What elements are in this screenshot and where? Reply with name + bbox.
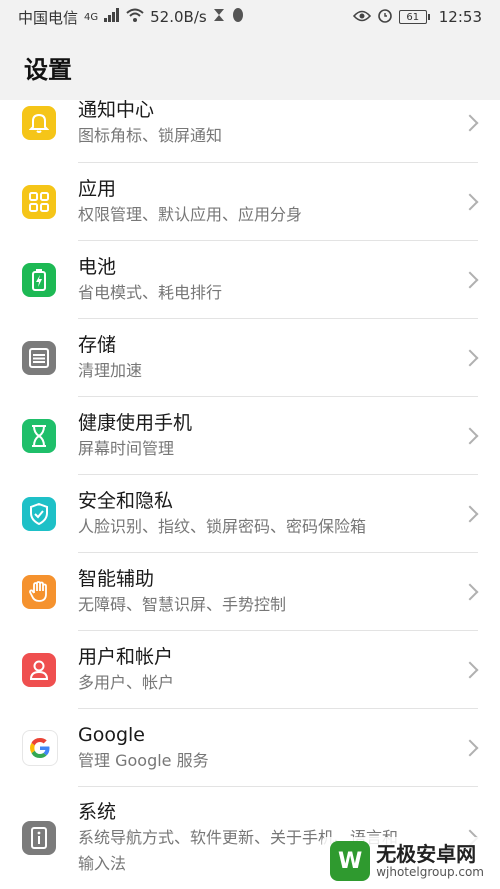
chevron-right-icon: [461, 193, 479, 211]
clock-label: 12:53: [438, 8, 482, 26]
battery-icon: 61: [398, 10, 430, 24]
item-title: 智能辅助: [78, 568, 155, 590]
bell-icon: [22, 106, 56, 140]
user-icon: [22, 653, 56, 687]
settings-item-smart-assistance[interactable]: 智能辅助 无障碍、智慧识屏、手势控制: [0, 553, 500, 631]
item-subtitle: 省电模式、耗电排行: [78, 283, 223, 302]
settings-item-notification-center[interactable]: 通知中心 图标角标、锁屏通知: [0, 100, 500, 162]
chevron-right-icon: [461, 427, 479, 445]
apps-grid-icon: [22, 185, 56, 219]
wifi-icon: [126, 8, 144, 26]
settings-list: 通知中心 图标角标、锁屏通知 应用 权限管理、默认应用、应用分身 电池 省电模式…: [0, 100, 500, 889]
qq-penguin-icon: [231, 7, 245, 27]
watermark-logo-icon: W: [330, 841, 371, 881]
chevron-right-icon: [461, 271, 479, 289]
storage-icon: [22, 341, 56, 375]
chevron-right-icon: [461, 739, 479, 757]
settings-item-users-accounts[interactable]: 用户和帐户 多用户、帐户: [0, 631, 500, 709]
system-info-icon: [22, 821, 56, 855]
item-title: 系统: [78, 801, 117, 823]
network-type-label: 4G: [84, 11, 99, 23]
status-bar: 中国电信 4G 52.0B/s 61 12:53: [0, 0, 500, 34]
chevron-right-icon: [461, 583, 479, 601]
settings-item-google[interactable]: Google 管理 Google 服务: [0, 709, 500, 787]
settings-item-digital-balance[interactable]: 健康使用手机 屏幕时间管理: [0, 397, 500, 475]
item-title: 存储: [78, 334, 117, 356]
hourglass-icon: [22, 419, 56, 453]
settings-item-storage[interactable]: 存储 清理加速: [0, 319, 500, 397]
item-title: 健康使用手机: [78, 412, 193, 434]
settings-item-security-privacy[interactable]: 安全和隐私 人脸识别、指纹、锁屏密码、密码保险箱: [0, 475, 500, 553]
item-subtitle: 屏幕时间管理: [78, 439, 175, 458]
item-title: Google: [78, 724, 146, 746]
item-subtitle: 人脸识别、指纹、锁屏密码、密码保险箱: [78, 517, 367, 536]
watermark-name: 无极安卓网: [376, 842, 477, 866]
chevron-right-icon: [461, 349, 479, 367]
chevron-right-icon: [461, 661, 479, 679]
alarm-icon: [377, 7, 393, 27]
google-icon: [22, 730, 58, 766]
chevron-right-icon: [461, 114, 479, 132]
settings-item-battery[interactable]: 电池 省电模式、耗电排行: [0, 241, 500, 319]
carrier-label: 中国电信: [18, 8, 79, 27]
item-subtitle: 无障碍、智慧识屏、手势控制: [78, 595, 287, 614]
item-title: 安全和隐私: [78, 490, 174, 512]
hand-icon: [22, 575, 56, 609]
item-subtitle: 管理 Google 服务: [78, 751, 209, 770]
chevron-right-icon: [461, 505, 479, 523]
item-subtitle: 权限管理、默认应用、应用分身: [78, 205, 303, 224]
shield-icon: [22, 497, 56, 531]
item-title: 应用: [78, 178, 117, 200]
settings-item-apps[interactable]: 应用 权限管理、默认应用、应用分身: [0, 163, 500, 241]
battery-level: 61: [406, 11, 420, 23]
item-title: 用户和帐户: [78, 646, 174, 668]
watermark-url: wjhotelgroup.com: [376, 865, 484, 879]
item-subtitle: 多用户、帐户: [78, 673, 175, 692]
watermark: W 无极安卓网 wjhotelgroup.com: [322, 837, 492, 885]
signal-icon: [104, 8, 120, 26]
page-title: 设置: [24, 55, 72, 84]
hourglass-status-icon: [213, 8, 225, 26]
eye-icon: [352, 8, 371, 26]
item-title: 通知中心: [78, 100, 155, 121]
item-subtitle: 图标角标、锁屏通知: [78, 126, 223, 145]
item-title: 电池: [78, 256, 117, 278]
battery-icon: [22, 263, 56, 297]
network-speed-label: 52.0B/s: [150, 8, 207, 26]
item-subtitle: 清理加速: [78, 361, 143, 380]
